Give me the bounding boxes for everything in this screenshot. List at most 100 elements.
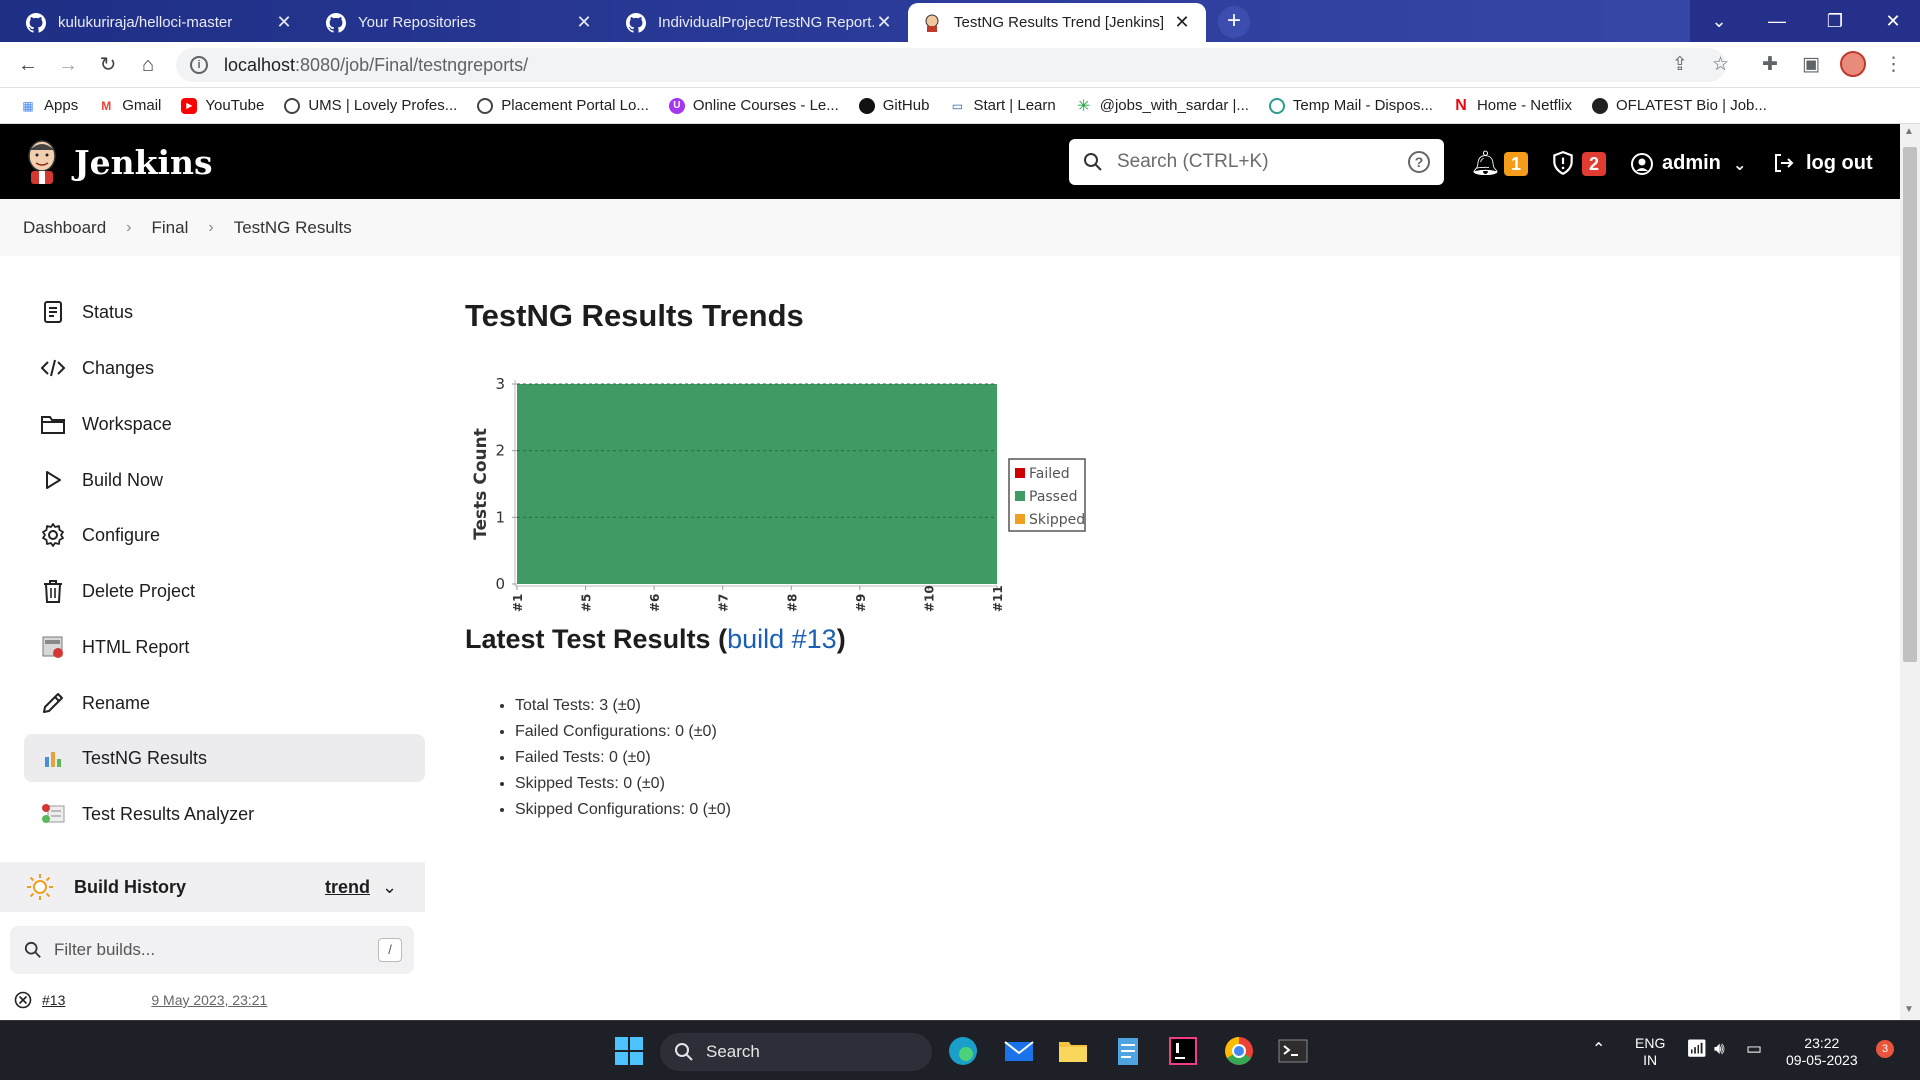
clock[interactable]: 23:22 09-05-2023 bbox=[1786, 1035, 1858, 1069]
language-indicator[interactable]: ENG IN bbox=[1635, 1035, 1665, 1069]
bookmark-github[interactable]: GitHub bbox=[858, 97, 929, 114]
minimize-button[interactable]: — bbox=[1748, 0, 1806, 42]
reload-icon[interactable]: ↻ bbox=[94, 51, 122, 79]
sidebar-item-build-now[interactable]: Build Now bbox=[24, 456, 425, 504]
terminal-icon[interactable] bbox=[1276, 1034, 1310, 1068]
logout-icon[interactable] bbox=[1772, 151, 1796, 175]
latest-build-link[interactable]: build #13 bbox=[727, 624, 837, 654]
browser-tab[interactable]: kulukuriraja/helloci-master ✕ bbox=[12, 3, 308, 42]
sidebar-item-rename[interactable]: Rename bbox=[24, 679, 425, 727]
edge-browser-icon[interactable] bbox=[946, 1034, 980, 1068]
browser-tab[interactable]: Your Repositories ✕ bbox=[312, 3, 608, 42]
build-number-link[interactable]: #13 bbox=[42, 992, 65, 1008]
browser-tab-active[interactable]: TestNG Results Trend [Jenkins] ✕ bbox=[908, 3, 1206, 42]
testng-chart-icon bbox=[40, 745, 66, 771]
wifi-icon[interactable]: 📶︎ bbox=[1686, 1040, 1708, 1057]
close-icon[interactable]: ✕ bbox=[1172, 12, 1192, 33]
bell-icon[interactable]: 🔔︎ bbox=[1470, 149, 1500, 178]
logout-link[interactable]: log out bbox=[1806, 152, 1873, 175]
filter-builds-input[interactable]: Filter builds... / bbox=[10, 926, 414, 974]
close-icon[interactable]: ✕ bbox=[274, 12, 294, 33]
close-icon[interactable]: ✕ bbox=[574, 12, 594, 33]
udemy-icon: U bbox=[668, 97, 685, 114]
bookmark-jobs[interactable]: ✳ @jobs_with_sardar |... bbox=[1076, 97, 1249, 115]
breadcrumb-testng-results[interactable]: TestNG Results bbox=[234, 218, 352, 238]
sidebar-item-configure[interactable]: Configure bbox=[24, 511, 425, 559]
bookmark-placement[interactable]: Placement Portal Lo... bbox=[477, 97, 649, 114]
shield-icon[interactable] bbox=[1550, 150, 1576, 176]
scroll-down-icon[interactable]: ▼ bbox=[1904, 1004, 1914, 1015]
bookmark-ums[interactable]: UMS | Lovely Profes... bbox=[284, 97, 457, 114]
url-input[interactable]: i localhost:8080/job/Final/testngreports… bbox=[176, 48, 1726, 82]
profile-avatar[interactable] bbox=[1840, 51, 1866, 77]
bookmark-label: UMS | Lovely Profes... bbox=[308, 97, 458, 114]
bookmark-youtube[interactable]: ▶ YouTube bbox=[181, 97, 264, 114]
bookmark-star-icon[interactable]: ☆ bbox=[1712, 53, 1729, 76]
battery-icon[interactable]: ▭ bbox=[1746, 1040, 1762, 1057]
site-info-icon[interactable]: i bbox=[190, 56, 208, 74]
share-icon[interactable]: ⇪ bbox=[1672, 53, 1688, 76]
sidebar-item-html-report[interactable]: HTML Report bbox=[24, 623, 425, 671]
sidebar-item-workspace[interactable]: Workspace bbox=[24, 400, 425, 448]
trash-icon bbox=[40, 578, 66, 604]
intellij-icon[interactable] bbox=[1166, 1034, 1200, 1068]
bookmark-oflatest[interactable]: OFLATEST Bio | Job... bbox=[1592, 97, 1767, 114]
bookmark-netflix[interactable]: N Home - Netflix bbox=[1453, 97, 1572, 115]
close-icon[interactable]: ✕ bbox=[874, 12, 894, 33]
search-input[interactable]: Search (CTRL+K) ? bbox=[1069, 139, 1444, 185]
y-tick-label: 0 bbox=[495, 575, 505, 593]
chevron-up-icon[interactable]: ⌃ bbox=[1592, 1041, 1605, 1058]
browser-menu-icon[interactable]: ⋮ bbox=[1884, 53, 1903, 76]
scrollbar-thumb[interactable] bbox=[1903, 147, 1917, 662]
github-icon bbox=[326, 12, 346, 33]
file-explorer-icon[interactable] bbox=[1056, 1034, 1090, 1068]
side-panel-icon[interactable]: ▣ bbox=[1802, 53, 1820, 76]
windows-start-icon[interactable] bbox=[612, 1034, 646, 1068]
tab-title: IndividualProject/TestNG Report... bbox=[658, 14, 874, 31]
sidebar-item-test-results-analyzer[interactable]: Test Results Analyzer bbox=[24, 790, 425, 838]
taskbar-search[interactable]: Search bbox=[660, 1033, 932, 1071]
build-date-link[interactable]: 9 May 2023, 23:21 bbox=[151, 992, 267, 1008]
x-tick-label: #7 bbox=[717, 594, 731, 612]
breadcrumb-dashboard[interactable]: Dashboard bbox=[23, 218, 106, 238]
trend-link[interactable]: trend bbox=[325, 877, 370, 898]
help-icon[interactable]: ? bbox=[1408, 151, 1430, 173]
security-badge[interactable]: 2 bbox=[1582, 152, 1606, 176]
bookmark-online-courses[interactable]: U Online Courses - Le... bbox=[668, 97, 839, 114]
home-icon[interactable]: ⌂ bbox=[134, 51, 162, 79]
breadcrumb-final[interactable]: Final bbox=[152, 218, 189, 238]
bookmark-start-learn[interactable]: ▭ Start | Learn bbox=[949, 97, 1056, 114]
sidebar-item-status[interactable]: Status bbox=[24, 288, 425, 336]
jenkins-logo-icon[interactable] bbox=[22, 138, 62, 186]
scroll-up-icon[interactable]: ▲ bbox=[1904, 126, 1914, 137]
build-row[interactable]: #13 9 May 2023, 23:21 bbox=[14, 991, 267, 1009]
browser-tab[interactable]: IndividualProject/TestNG Report... ✕ bbox=[612, 3, 908, 42]
bookmark-tempmail[interactable]: Temp Mail - Dispos... bbox=[1268, 97, 1433, 114]
bookmark-gmail[interactable]: M Gmail bbox=[98, 97, 161, 114]
sidebar-item-label: TestNG Results bbox=[82, 747, 208, 768]
volume-icon[interactable]: 🔊︎ bbox=[1714, 1040, 1725, 1057]
chevron-down-icon[interactable]: ⌄ bbox=[382, 877, 397, 898]
extensions-icon[interactable]: ✚ bbox=[1762, 53, 1778, 76]
chevron-down-icon[interactable]: ⌄ bbox=[1733, 155, 1746, 175]
notification-badge[interactable]: 1 bbox=[1504, 152, 1528, 176]
list-item: Total Tests: 3 (±0) bbox=[515, 693, 731, 719]
globe-icon bbox=[284, 97, 301, 114]
notification-count-badge[interactable]: 3 bbox=[1876, 1040, 1894, 1058]
notepad-icon[interactable] bbox=[1111, 1034, 1145, 1068]
mail-icon[interactable] bbox=[1002, 1034, 1036, 1068]
sidebar-item-testng-results[interactable]: TestNG Results bbox=[24, 734, 425, 782]
bookmark-apps[interactable]: ▦ Apps bbox=[20, 97, 78, 114]
close-window-button[interactable]: ✕ bbox=[1864, 0, 1920, 42]
forward-icon[interactable]: → bbox=[54, 51, 82, 79]
user-icon[interactable] bbox=[1630, 152, 1654, 176]
tab-search-button[interactable]: ⌄ bbox=[1690, 0, 1748, 42]
restore-button[interactable]: ❐ bbox=[1806, 0, 1864, 42]
jenkins-title[interactable]: Jenkins bbox=[74, 143, 213, 182]
chrome-icon[interactable] bbox=[1222, 1034, 1256, 1068]
back-icon[interactable]: ← bbox=[14, 51, 42, 79]
new-tab-button[interactable]: + bbox=[1218, 6, 1250, 38]
sidebar-item-delete-project[interactable]: Delete Project bbox=[24, 567, 425, 615]
sidebar-item-changes[interactable]: Changes bbox=[24, 344, 425, 392]
user-name[interactable]: admin bbox=[1662, 152, 1721, 175]
